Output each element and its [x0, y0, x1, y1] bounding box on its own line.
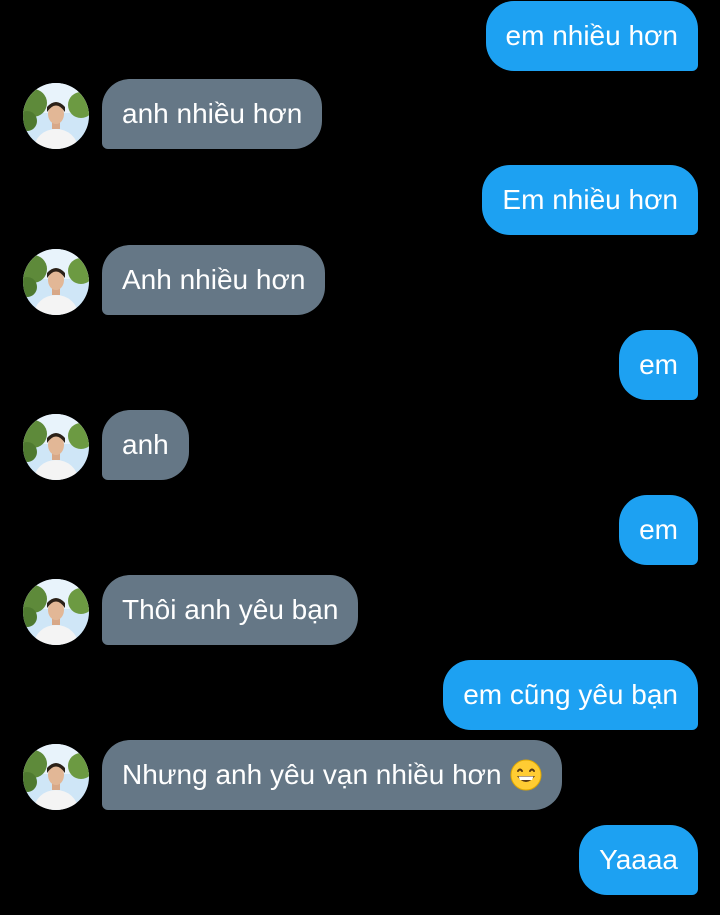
sent-message-bubble[interactable]: Em nhiều hơn	[482, 165, 698, 235]
message-text: em	[639, 349, 678, 380]
message-text: anh nhiều hơn	[122, 98, 303, 129]
message-row-sent: em cũng yêu bạn	[0, 660, 720, 732]
avatar[interactable]	[23, 744, 89, 810]
message-row-sent: em	[0, 330, 720, 402]
received-message-bubble[interactable]: Nhưng anh yêu vạn nhiều hơn	[102, 740, 562, 810]
sent-message-bubble[interactable]: Yaaaa	[579, 825, 698, 895]
message-row-sent: em nhiều hơn	[0, 0, 720, 72]
message-text: Nhưng anh yêu vạn nhiều hơn	[122, 759, 502, 790]
avatar[interactable]	[23, 414, 89, 480]
message-row-sent: em	[0, 495, 720, 567]
message-text: Thôi anh yêu bạn	[122, 594, 339, 625]
received-message-bubble[interactable]: Thôi anh yêu bạn	[102, 575, 359, 645]
received-message-bubble[interactable]: Anh nhiều hơn	[102, 245, 326, 315]
avatar[interactable]	[23, 579, 89, 645]
message-text: anh	[122, 429, 169, 460]
message-text: Anh nhiều hơn	[122, 264, 306, 295]
message-row-received: Nhưng anh yêu vạn nhiều hơn	[0, 740, 720, 812]
message-text: em nhiều hơn	[505, 20, 678, 51]
message-text: Yaaaa	[599, 844, 678, 875]
avatar[interactable]	[23, 249, 89, 315]
message-row-sent: Em nhiều hơn	[0, 165, 720, 237]
received-message-bubble[interactable]: anh	[102, 410, 189, 480]
message-row-received: anh nhiều hơn	[0, 79, 720, 151]
message-row-sent: Yaaaa	[0, 825, 720, 897]
grinning-face-icon	[510, 759, 542, 791]
received-message-bubble[interactable]: anh nhiều hơn	[102, 79, 323, 149]
message-text: em	[639, 514, 678, 545]
message-text: em cũng yêu bạn	[463, 679, 678, 710]
conversation-thread: em nhiều hơn anh nhiều hơn Em nhiều hơn	[0, 0, 720, 915]
message-text: Em nhiều hơn	[502, 184, 678, 215]
message-row-received: Thôi anh yêu bạn	[0, 575, 720, 647]
message-row-received: Anh nhiều hơn	[0, 245, 720, 317]
sent-message-bubble[interactable]: em nhiều hơn	[485, 1, 698, 71]
sent-message-bubble[interactable]: em	[619, 330, 698, 400]
message-row-received: anh	[0, 410, 720, 482]
avatar[interactable]	[23, 83, 89, 149]
sent-message-bubble[interactable]: em cũng yêu bạn	[443, 660, 698, 730]
sent-message-bubble[interactable]: em	[619, 495, 698, 565]
